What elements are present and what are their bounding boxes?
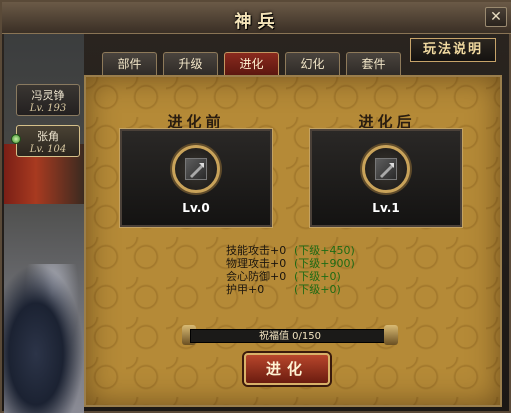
after-level: Lv.1 bbox=[372, 201, 400, 215]
character-level: Lv. 193 bbox=[29, 103, 67, 114]
character-card-2[interactable]: 张角 Lv. 104 bbox=[11, 125, 80, 157]
game-window: 神兵 ✕ 冯灵铮 Lv. 193 张角 Lv. 104 部件 升级 进化 幻化 … bbox=[0, 0, 511, 413]
before-level: Lv.0 bbox=[182, 201, 210, 215]
tab-evolve[interactable]: 进化 bbox=[224, 52, 279, 76]
selected-gem-icon bbox=[11, 134, 21, 144]
after-item-slot[interactable] bbox=[362, 145, 410, 193]
stat-name: 会心防御+0 bbox=[226, 270, 287, 283]
weapon-icon bbox=[375, 158, 397, 180]
character-name: 冯灵铮 bbox=[31, 89, 65, 102]
stat-name: 护甲+0 bbox=[226, 283, 265, 296]
stat-name: 物理攻击+0 bbox=[226, 257, 287, 270]
tab-transform[interactable]: 幻化 bbox=[285, 52, 340, 76]
stat-row: 技能攻击+0 (下级+450) bbox=[226, 244, 355, 257]
stat-name: 技能攻击+0 bbox=[226, 244, 287, 257]
tab-set[interactable]: 套件 bbox=[346, 52, 401, 76]
window-title: 神兵 bbox=[234, 12, 281, 32]
tab-parts[interactable]: 部件 bbox=[102, 52, 157, 76]
character-card-1[interactable]: 冯灵铮 Lv. 193 bbox=[16, 84, 80, 116]
character-name: 张角 bbox=[37, 130, 59, 143]
stat-list: 技能攻击+0 (下级+450) 物理攻击+0 (下级+900) 会心防御+0 (… bbox=[226, 244, 355, 296]
before-item-slot[interactable] bbox=[172, 145, 220, 193]
evolve-panel: 进化前 进化后 Lv.0 Lv.1 技能攻击+0 (下级+450) 物理攻击+0… bbox=[84, 75, 502, 407]
stat-delta: (下级+0) bbox=[294, 283, 341, 296]
stat-row: 会心防御+0 (下级+0) bbox=[226, 270, 355, 283]
stat-delta: (下级+900) bbox=[294, 257, 355, 270]
stat-delta: (下级+0) bbox=[294, 270, 341, 283]
guide-button[interactable]: 玩法说明 bbox=[410, 38, 496, 62]
blessing-text: 祝福值 0/150 bbox=[259, 331, 321, 342]
title-bar: 神兵 ✕ bbox=[2, 2, 511, 34]
stat-row: 护甲+0 (下级+0) bbox=[226, 283, 355, 296]
scene-figure bbox=[4, 264, 84, 413]
character-level: Lv. 104 bbox=[29, 144, 67, 155]
tab-upgrade[interactable]: 升级 bbox=[163, 52, 218, 76]
stat-row: 物理攻击+0 (下级+900) bbox=[226, 257, 355, 270]
blessing-bar-right-cap bbox=[384, 325, 398, 345]
before-item-box: Lv.0 bbox=[119, 128, 273, 228]
weapon-icon bbox=[185, 158, 207, 180]
close-button[interactable]: ✕ bbox=[485, 7, 507, 27]
blessing-progress-bar: 祝福值 0/150 bbox=[190, 329, 390, 343]
stat-delta: (下级+450) bbox=[294, 244, 355, 257]
evolve-button[interactable]: 进化 bbox=[244, 353, 330, 385]
after-item-box: Lv.1 bbox=[309, 128, 463, 228]
